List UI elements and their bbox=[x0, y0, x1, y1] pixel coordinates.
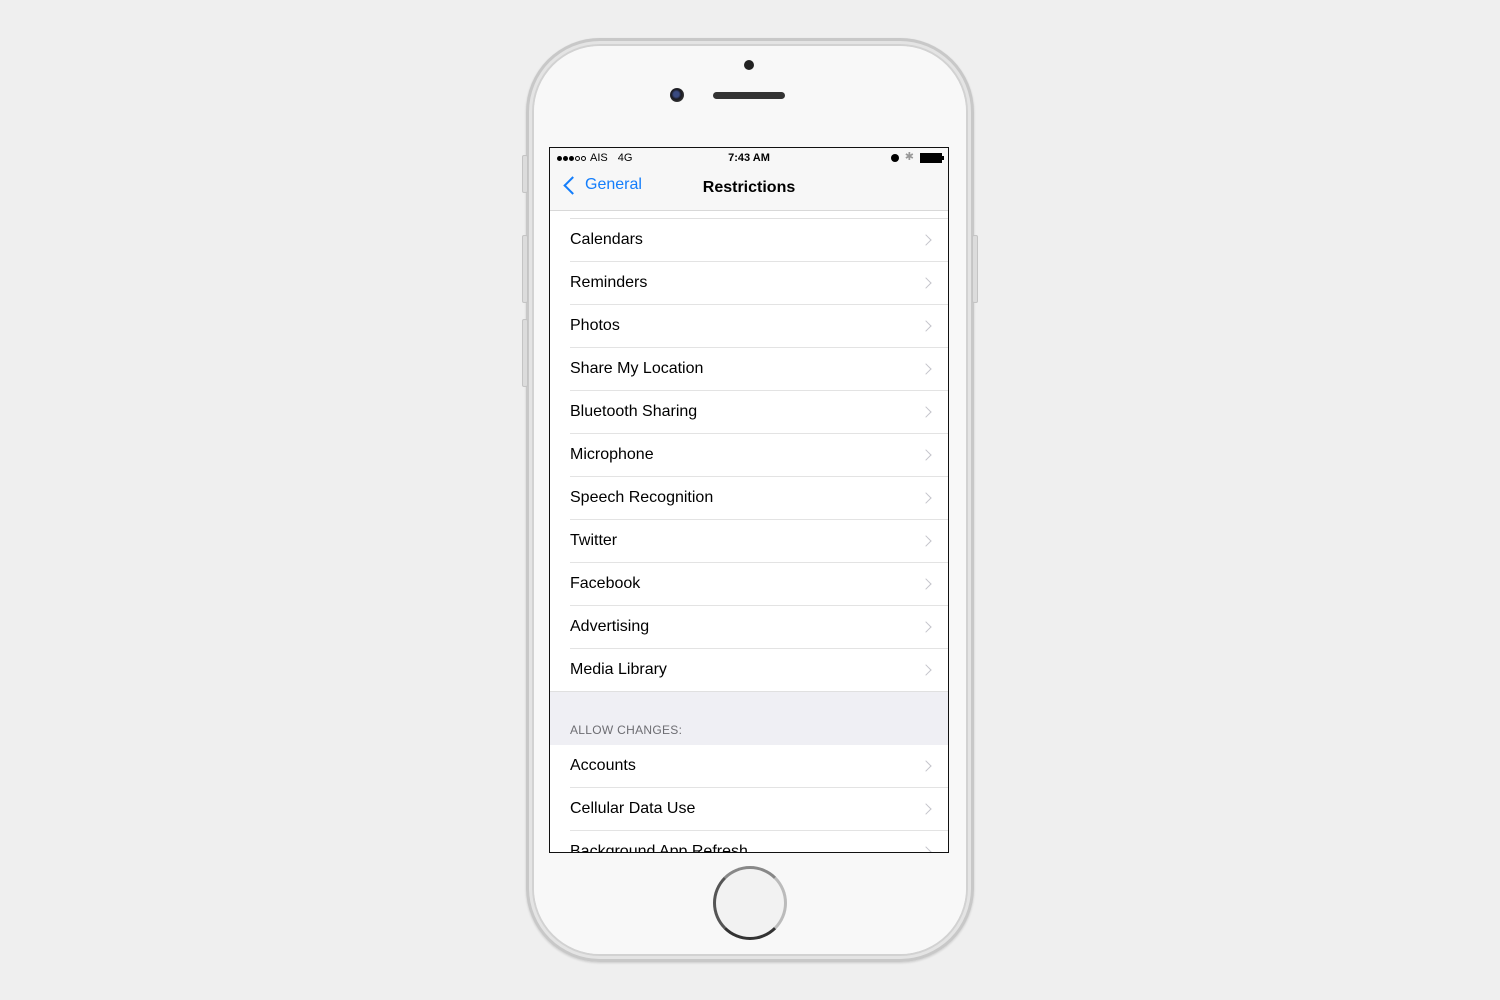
chevron-right-icon bbox=[920, 234, 932, 246]
restrictions-list: Calendars Reminders Photos Share My Loca… bbox=[550, 218, 948, 853]
chevron-right-icon bbox=[920, 449, 932, 461]
list-item-media-library[interactable]: Media Library bbox=[570, 649, 948, 691]
proximity-sensor bbox=[744, 60, 754, 70]
list-item-speech-recognition[interactable]: Speech Recognition bbox=[570, 477, 948, 520]
phone-screen: AIS 4G 7:43 AM ✱ General Restrictions Ca… bbox=[549, 147, 949, 853]
list-item-calendars[interactable]: Calendars bbox=[570, 219, 948, 262]
section-header-allow-changes: ALLOW CHANGES: bbox=[570, 723, 683, 737]
list-item-label: Reminders bbox=[570, 274, 648, 291]
list-item-label: Media Library bbox=[570, 661, 667, 678]
section-allow-changes: Accounts Cellular Data Use Background Ap… bbox=[550, 745, 948, 853]
chevron-right-icon bbox=[920, 363, 932, 375]
earpiece-speaker bbox=[713, 92, 785, 99]
list-item-background-app-refresh[interactable]: Background App Refresh bbox=[570, 831, 948, 853]
list-item-label: Calendars bbox=[570, 231, 643, 248]
list-item-photos[interactable]: Photos bbox=[570, 305, 948, 348]
chevron-right-icon bbox=[920, 406, 932, 418]
list-item-advertising[interactable]: Advertising bbox=[570, 606, 948, 649]
chevron-right-icon bbox=[920, 803, 932, 815]
list-item-label: Bluetooth Sharing bbox=[570, 403, 698, 420]
chevron-right-icon bbox=[920, 320, 932, 332]
list-item-share-my-location[interactable]: Share My Location bbox=[570, 348, 948, 391]
list-item-microphone[interactable]: Microphone bbox=[570, 434, 948, 477]
list-item-label: Microphone bbox=[570, 446, 654, 463]
bluetooth-icon: ✱ bbox=[904, 151, 914, 163]
chevron-right-icon bbox=[920, 578, 932, 590]
volume-up-button bbox=[522, 235, 528, 303]
chevron-right-icon bbox=[920, 535, 932, 547]
list-item-twitter[interactable]: Twitter bbox=[570, 520, 948, 563]
list-item-label: Share My Location bbox=[570, 360, 704, 377]
chevron-right-icon bbox=[920, 846, 932, 852]
section-allowed-content: Calendars Reminders Photos Share My Loca… bbox=[550, 219, 948, 691]
list-item-label: Cellular Data Use bbox=[570, 800, 696, 817]
list-item-bluetooth-sharing[interactable]: Bluetooth Sharing bbox=[570, 391, 948, 434]
navigation-bar: General Restrictions bbox=[550, 168, 948, 211]
list-item-label: Photos bbox=[570, 317, 620, 334]
volume-down-button bbox=[522, 319, 528, 387]
list-item-label: Accounts bbox=[570, 757, 636, 774]
chevron-right-icon bbox=[920, 664, 932, 676]
status-right: ✱ bbox=[890, 151, 944, 163]
home-button[interactable] bbox=[713, 866, 787, 940]
battery-icon bbox=[920, 152, 944, 163]
section-separator: ALLOW CHANGES: bbox=[550, 691, 948, 745]
list-item-cellular-data-use[interactable]: Cellular Data Use bbox=[570, 788, 948, 831]
page-title: Restrictions bbox=[702, 179, 796, 196]
chevron-right-icon bbox=[920, 492, 932, 504]
list-item-accounts[interactable]: Accounts bbox=[570, 745, 948, 788]
list-item-label: Advertising bbox=[570, 618, 650, 635]
status-time: 7:43 AM bbox=[728, 152, 770, 164]
chevron-right-icon bbox=[920, 621, 932, 633]
list-item-label: Speech Recognition bbox=[570, 489, 714, 506]
list-item-facebook[interactable]: Facebook bbox=[570, 563, 948, 606]
front-camera-icon bbox=[670, 88, 684, 102]
chevron-right-icon bbox=[920, 760, 932, 772]
power-button bbox=[972, 235, 978, 303]
status-bar: AIS 4G 7:43 AM ✱ bbox=[550, 148, 948, 168]
alarm-icon bbox=[890, 153, 899, 162]
list-item-label: Twitter bbox=[570, 532, 618, 549]
list-item-label: Facebook bbox=[570, 575, 641, 592]
list-item-label: Background App Refresh bbox=[570, 843, 748, 853]
mute-switch bbox=[522, 155, 528, 193]
list-item-reminders[interactable]: Reminders bbox=[570, 262, 948, 305]
chevron-right-icon bbox=[920, 277, 932, 289]
